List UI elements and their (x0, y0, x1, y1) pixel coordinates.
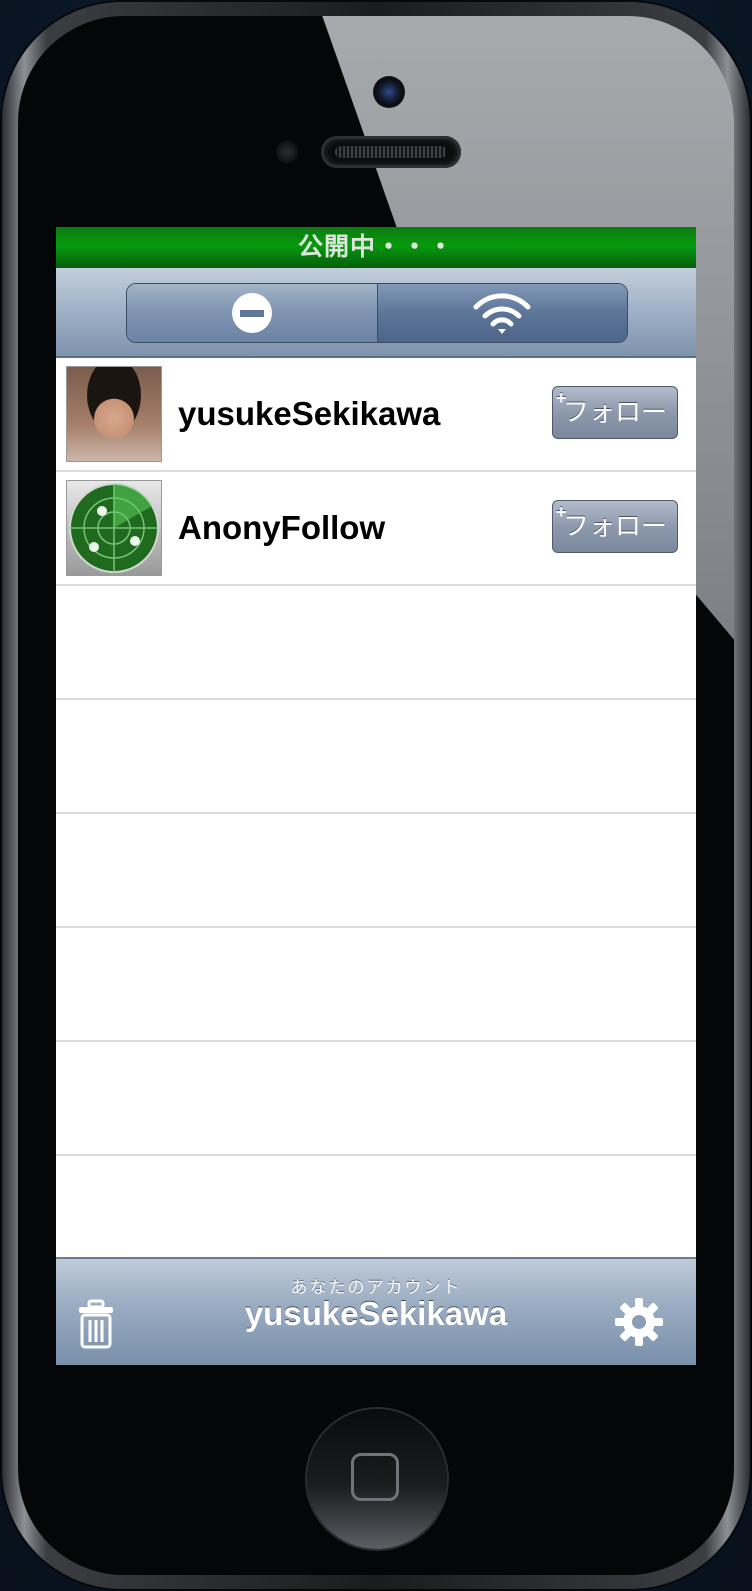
segment-broadcast[interactable] (377, 284, 627, 342)
empty-row (56, 814, 696, 928)
empty-row (56, 928, 696, 1042)
user-avatar (66, 366, 162, 462)
home-button[interactable] (307, 1409, 447, 1549)
mode-segmented-control (126, 283, 628, 343)
publishing-status-bar: 公開中・・・ (56, 227, 696, 268)
gear-icon[interactable] (614, 1297, 664, 1347)
minus-circle-icon (231, 293, 272, 333)
account-name: yusukeSekikawa (244, 1295, 508, 1332)
user-row[interactable]: AnonyFollow + フォロー (56, 472, 696, 586)
follow-label: フォロー (562, 397, 667, 427)
follow-button[interactable]: + フォロー (552, 386, 678, 439)
front-camera (373, 76, 405, 108)
follow-label: フォロー (562, 511, 667, 541)
top-toolbar (56, 268, 696, 358)
empty-row (56, 1156, 696, 1270)
user-list: yusukeSekikawa + フォロー AnonyFollow + フォロー (56, 358, 696, 1270)
home-square-icon (351, 1453, 399, 1501)
user-row[interactable]: yusukeSekikawa + フォロー (56, 358, 696, 472)
proximity-sensor (276, 141, 298, 163)
wifi-icon (473, 293, 531, 334)
empty-row (56, 586, 696, 700)
user-name: AnonyFollow (178, 509, 386, 546)
app-screen: 公開中・・・ yusukeSekikawa + フォロー AnonyFollow… (56, 227, 696, 1365)
earpiece-speaker (321, 136, 461, 168)
follow-button[interactable]: + フォロー (552, 500, 678, 553)
radar-avatar (66, 480, 162, 576)
plus-icon: + (556, 502, 567, 522)
plus-icon: + (556, 388, 567, 408)
segment-off[interactable] (127, 284, 378, 342)
empty-row (56, 1042, 696, 1156)
empty-row (56, 700, 696, 814)
user-name: yusukeSekikawa (178, 395, 441, 432)
radar-icon (69, 483, 159, 573)
account-bar: あなたのアカウント yusukeSekikawa (56, 1257, 696, 1365)
